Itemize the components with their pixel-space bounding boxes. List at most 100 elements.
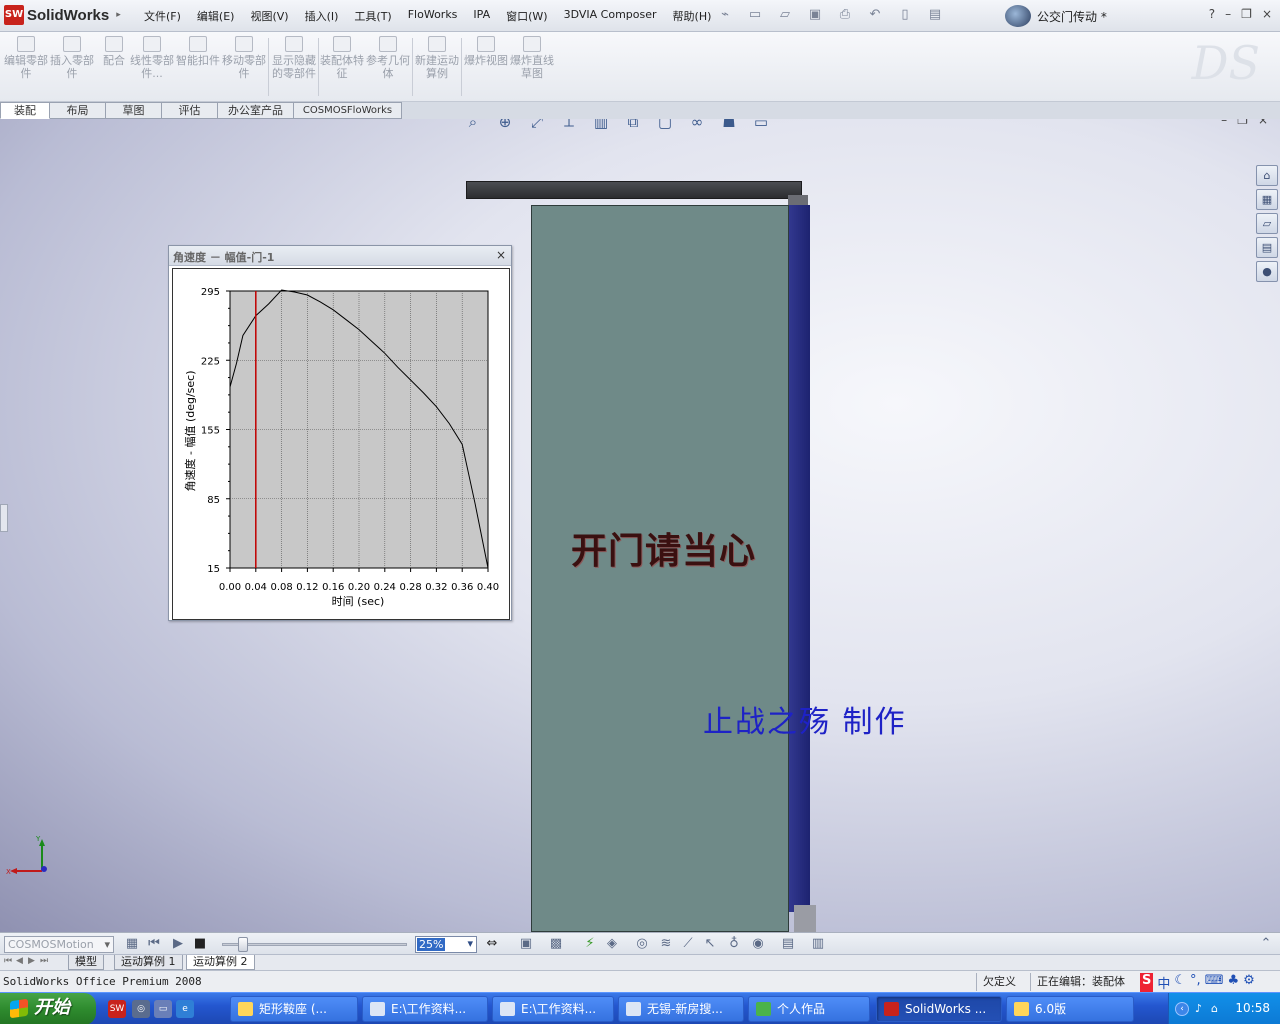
- collapse-icon[interactable]: ⌃: [1258, 936, 1274, 952]
- last-tab-icon[interactable]: ⏭: [40, 956, 48, 966]
- move-arrows-icon[interactable]: ⇔: [484, 936, 500, 952]
- sogou-ime-icon[interactable]: S: [1140, 973, 1154, 992]
- view-orientation-icon[interactable]: ⧉: [620, 119, 646, 134]
- print-icon[interactable]: ⎙: [832, 5, 858, 25]
- dynamic-annotation-icon[interactable]: ▥: [588, 119, 614, 134]
- move-component-button[interactable]: 移动零部件: [222, 36, 266, 80]
- options-icon[interactable]: ▤: [922, 5, 948, 25]
- tab-layout[interactable]: 布局: [50, 102, 106, 119]
- network-icon[interactable]: ⌂: [1211, 1002, 1218, 1015]
- display-style-icon[interactable]: ▢: [652, 119, 678, 134]
- edit-component-button[interactable]: 编辑零部件: [4, 36, 48, 80]
- tab-assembly[interactable]: 装配体: [0, 102, 50, 132]
- viewport-close-button[interactable]: ×: [1258, 119, 1268, 127]
- play-from-start-icon[interactable]: ⏮: [146, 936, 162, 952]
- file-explorer-icon[interactable]: ▱: [1256, 213, 1278, 234]
- tab-cosmosfloworks[interactable]: COSMOSFloWorks: [294, 102, 402, 119]
- restore-button[interactable]: ❐: [1241, 7, 1252, 21]
- new-document-icon[interactable]: ▭: [742, 5, 768, 25]
- previous-view-icon[interactable]: ⤢: [524, 119, 550, 134]
- menu-edit[interactable]: 编辑(E): [189, 8, 243, 24]
- contact-icon[interactable]: ♁: [726, 936, 742, 952]
- view-settings-icon[interactable]: ▭: [748, 119, 774, 134]
- view-palette-icon[interactable]: ▤: [1256, 237, 1278, 258]
- select-icon[interactable]: ▯: [892, 5, 918, 25]
- menu-file[interactable]: 文件(F): [136, 8, 189, 24]
- smart-fastener-button[interactable]: 智能扣件: [176, 36, 220, 67]
- menu-insert[interactable]: 插入(I): [297, 8, 347, 24]
- help-button[interactable]: ?: [1209, 7, 1215, 21]
- animation-wizard-icon[interactable]: ▩: [548, 936, 564, 952]
- study-type-select[interactable]: COSMOSMotion: [4, 936, 114, 953]
- edit-appearance-icon[interactable]: ☗: [716, 119, 742, 134]
- section-view-icon[interactable]: ⟂: [556, 119, 582, 134]
- solidworks-quicklaunch-icon[interactable]: SW: [108, 1000, 126, 1018]
- show-hidden-button[interactable]: 显示隐藏的零部件: [272, 36, 316, 80]
- taskbar-item-explorer-2[interactable]: E:\工作资料...: [492, 996, 614, 1022]
- taskbar-item-explorer-1[interactable]: E:\工作资料...: [362, 996, 488, 1022]
- prev-tab-icon[interactable]: ◀: [16, 956, 23, 966]
- timeline-zoom-select[interactable]: 25%: [415, 936, 477, 953]
- results-plot-window[interactable]: 角速度 － 幅值-门-1 × 0.00 0.04 0.08 0.12 0.16 0.20 0…: [168, 245, 512, 621]
- force-icon[interactable]: ↖: [702, 936, 718, 952]
- gravity-icon[interactable]: ◉: [750, 936, 766, 952]
- menu-tools[interactable]: 工具(T): [346, 8, 399, 24]
- taskbar-item-version-folder[interactable]: 6.0版: [1006, 996, 1134, 1022]
- save-animation-icon[interactable]: ▣: [518, 936, 534, 952]
- menu-ipa[interactable]: IPA: [465, 8, 498, 24]
- appearances-icon[interactable]: ●: [1256, 261, 1278, 282]
- app-logo[interactable]: SW SolidWorks ▸: [4, 4, 121, 26]
- explode-line-sketch-button[interactable]: 爆炸直线草图: [510, 36, 554, 80]
- menu-view[interactable]: 视图(V): [242, 8, 296, 24]
- study-properties-icon[interactable]: ▥: [810, 936, 826, 952]
- desktop-quicklaunch-icon[interactable]: ▭: [154, 1000, 172, 1018]
- close-icon[interactable]: ×: [496, 248, 506, 262]
- undo-icon[interactable]: ↶: [862, 5, 888, 25]
- tools-icon[interactable]: ⚙: [1243, 973, 1255, 992]
- tab-motion-study-2[interactable]: 运动算例 2: [186, 955, 255, 970]
- taskbar-item-solidworks[interactable]: SolidWorks ...: [876, 996, 1002, 1022]
- reference-geometry-button[interactable]: 参考几何体: [366, 36, 410, 80]
- playback-speed-track[interactable]: [222, 943, 407, 946]
- moon-icon[interactable]: ☾: [1174, 973, 1186, 992]
- add-key-icon[interactable]: ◈: [604, 936, 620, 952]
- exploded-view-button[interactable]: 爆炸视图: [464, 36, 508, 67]
- taskbar-item-folder[interactable]: 矩形鞍座 (...: [230, 996, 358, 1022]
- close-button[interactable]: ×: [1262, 7, 1272, 21]
- menu-floworks[interactable]: FloWorks: [400, 8, 466, 24]
- zoom-to-area-icon[interactable]: ⊕: [492, 119, 518, 134]
- tab-model[interactable]: 模型: [68, 955, 104, 970]
- minimize-button[interactable]: –: [1225, 7, 1231, 21]
- tab-evaluate[interactable]: 评估: [162, 102, 218, 119]
- assembly-feature-button[interactable]: 装配体特征: [320, 36, 364, 80]
- damper-icon[interactable]: ⟋: [680, 936, 696, 952]
- ime-mode[interactable]: 中: [1157, 973, 1170, 992]
- new-motion-study-button[interactable]: 新建运动算例: [415, 36, 459, 80]
- autokey-icon[interactable]: ⚡: [582, 936, 598, 952]
- viewport-minimize-button[interactable]: –: [1221, 119, 1227, 127]
- stop-icon[interactable]: ■: [192, 936, 208, 952]
- feature-manager-toggle[interactable]: [0, 504, 8, 532]
- linear-pattern-button[interactable]: 线性零部件...: [130, 36, 174, 80]
- menu-3dvia-composer[interactable]: 3DVIA Composer: [556, 8, 665, 24]
- chevron-right-icon[interactable]: ▸: [116, 10, 121, 20]
- show-hidden-icons-icon[interactable]: ‹: [1175, 1002, 1189, 1016]
- spring-icon[interactable]: ≋: [658, 936, 674, 952]
- ie-quicklaunch-icon[interactable]: e: [176, 1000, 194, 1018]
- browser-quicklaunch-icon[interactable]: ◎: [132, 1000, 150, 1018]
- open-folder-icon[interactable]: ▱: [772, 5, 798, 25]
- volume-icon[interactable]: ♪: [1195, 1002, 1202, 1015]
- calculate-icon[interactable]: ▦: [124, 936, 140, 952]
- tab-sketch[interactable]: 草图: [106, 102, 162, 119]
- tab-office-products[interactable]: 办公室产品: [218, 102, 294, 119]
- keyboard-icon[interactable]: ⌨: [1205, 973, 1224, 992]
- pin-icon[interactable]: ⌁: [712, 5, 738, 25]
- playback-speed-thumb[interactable]: [238, 937, 248, 952]
- tab-motion-study-1[interactable]: 运动算例 1: [114, 955, 183, 970]
- hide-show-items-icon[interactable]: ∞: [684, 119, 710, 134]
- design-library-icon[interactable]: ▦: [1256, 189, 1278, 210]
- home-icon[interactable]: ⌂: [1256, 165, 1278, 186]
- viewport-restore-button[interactable]: ❐: [1237, 119, 1248, 127]
- first-tab-icon[interactable]: ⏮: [4, 956, 12, 966]
- plot-titlebar[interactable]: 角速度 － 幅值-门-1 ×: [169, 246, 511, 266]
